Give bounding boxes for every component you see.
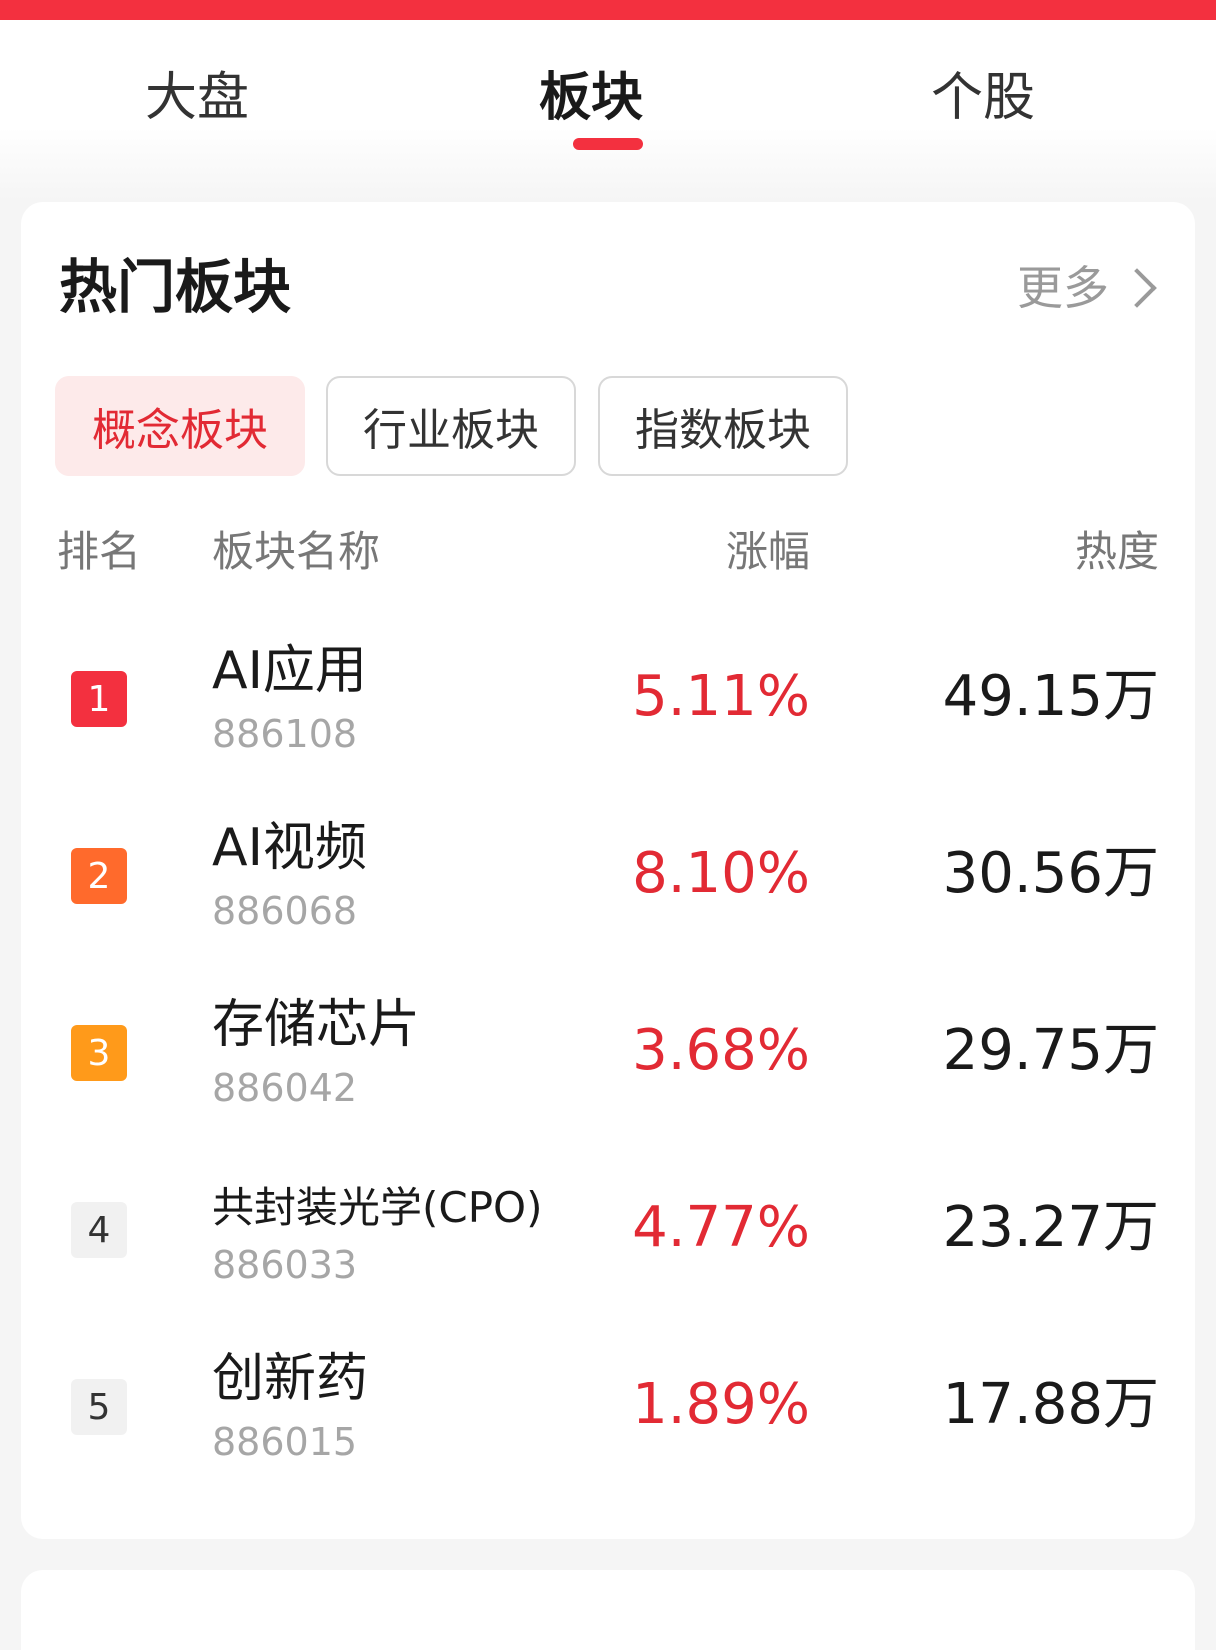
section-title: 热门板块 [59, 253, 292, 321]
heat-value: 49.15万 [942, 664, 1159, 729]
chevron-right-icon [1117, 268, 1157, 308]
sector-code: 886015 [212, 1420, 358, 1464]
heat-value: 17.88万 [942, 1372, 1159, 1437]
filter-industry-sectors[interactable]: 行业板块 [326, 376, 576, 476]
column-header-rank: 排名 [57, 527, 142, 576]
hot-sectors-card: 热门板块 更多 概念板块 行业板块 指数板块 排名 板块名称 涨幅 热度 1 A… [21, 202, 1195, 1539]
filter-concept-sectors[interactable]: 概念板块 [55, 376, 305, 476]
sector-code: 886108 [212, 712, 358, 756]
column-header-heat[interactable]: 热度 [1075, 524, 1159, 580]
next-section-card [21, 1570, 1195, 1650]
sector-name: 共封装光学(CPO) [212, 1183, 543, 1232]
table-row[interactable]: 1 AI应用 886108 5.11% 49.15万 [21, 622, 1195, 772]
sector-name: 创新药 [212, 1349, 369, 1409]
rank-badge: 1 [71, 671, 127, 727]
rank-badge: 5 [71, 1379, 127, 1435]
sector-name: AI视频 [212, 818, 367, 878]
rank-badge: 3 [71, 1025, 127, 1081]
change-percent: 4.77% [632, 1195, 810, 1260]
tab-sectors[interactable]: 板块 [491, 68, 691, 128]
change-percent: 1.89% [632, 1372, 810, 1437]
top-tab-bar: 大盘 板块 个股 [0, 20, 1216, 200]
sector-code: 886068 [212, 889, 358, 933]
sector-code: 886042 [212, 1066, 358, 1110]
table-row[interactable]: 4 共封装光学(CPO) 886033 4.77% 23.27万 [21, 1153, 1195, 1303]
status-bar-accent [0, 0, 1216, 20]
change-percent: 3.68% [632, 1018, 810, 1083]
change-percent: 5.11% [632, 664, 810, 729]
table-row[interactable]: 5 创新药 886015 1.89% 17.88万 [21, 1330, 1195, 1480]
sector-name: AI应用 [212, 641, 367, 701]
change-percent: 8.10% [632, 841, 810, 906]
column-header-change[interactable]: 涨幅 [726, 524, 810, 580]
rank-badge: 4 [71, 1202, 127, 1258]
tab-stocks[interactable]: 个股 [883, 68, 1083, 128]
heat-value: 23.27万 [942, 1195, 1159, 1260]
table-row[interactable]: 3 存储芯片 886042 3.68% 29.75万 [21, 976, 1195, 1126]
heat-value: 30.56万 [942, 841, 1159, 906]
table-row[interactable]: 2 AI视频 886068 8.10% 30.56万 [21, 799, 1195, 949]
rank-badge: 2 [71, 848, 127, 904]
column-header-name: 板块名称 [212, 527, 381, 576]
sector-code: 886033 [212, 1243, 358, 1287]
active-tab-indicator [573, 138, 643, 150]
filter-index-sectors[interactable]: 指数板块 [598, 376, 848, 476]
sector-name: 存储芯片 [212, 995, 421, 1055]
more-label: 更多 [1017, 261, 1109, 315]
more-link[interactable]: 更多 [1017, 258, 1159, 318]
heat-value: 29.75万 [942, 1018, 1159, 1083]
tab-market[interactable]: 大盘 [97, 68, 297, 128]
